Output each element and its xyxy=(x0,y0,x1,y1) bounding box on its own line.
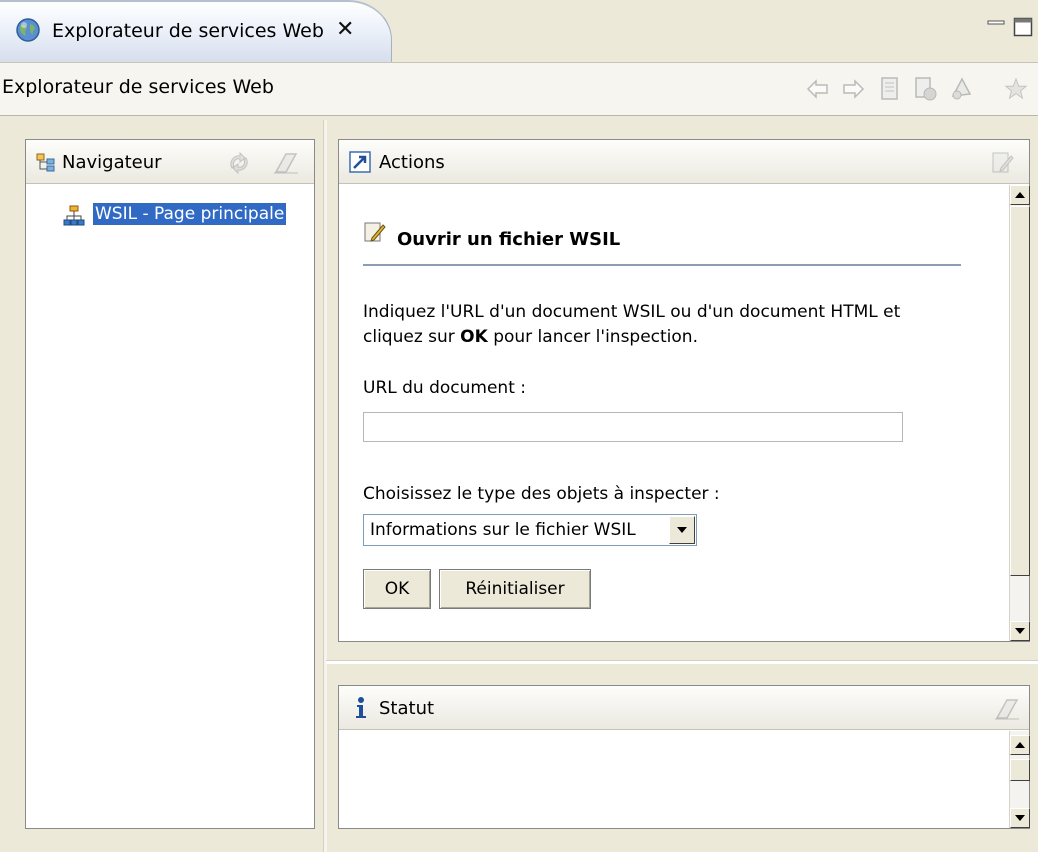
view-tab[interactable]: Explorateur de services Web ✕ xyxy=(0,0,392,62)
wsil-edit-icon xyxy=(364,222,386,242)
scroll-up-button[interactable] xyxy=(1010,185,1030,205)
form-heading: Ouvrir un fichier WSIL xyxy=(397,229,621,250)
ok-button[interactable]: OK xyxy=(363,569,431,609)
status-pane: Statut xyxy=(338,685,1030,829)
actions-icon xyxy=(349,151,371,173)
favorites-document-icon[interactable] xyxy=(912,76,938,102)
actions-title: Actions xyxy=(379,152,445,173)
chevron-down-icon xyxy=(677,527,687,533)
arrow-down-icon xyxy=(1015,815,1025,821)
status-header: Statut xyxy=(339,686,1029,730)
reset-button[interactable]: Réinitialiser xyxy=(439,569,591,609)
dropdown-button[interactable] xyxy=(669,516,695,544)
actions-scrollbar[interactable] xyxy=(1009,185,1030,641)
status-title: Statut xyxy=(379,698,435,719)
url-input[interactable] xyxy=(363,412,903,442)
type-label: Choisissez le type des objets à inspecte… xyxy=(363,484,720,504)
maximize-icon[interactable] xyxy=(1013,16,1033,38)
info-icon xyxy=(356,697,366,718)
navigator-icon xyxy=(36,153,55,172)
forward-arrow-icon[interactable] xyxy=(840,76,866,102)
arrow-up-icon xyxy=(1015,742,1025,748)
refresh-icon[interactable] xyxy=(226,150,252,176)
scroll-down-button[interactable] xyxy=(1010,621,1030,641)
tree-item-label: WSIL - Page principale xyxy=(91,202,288,226)
intro-text-pre: cliquez sur xyxy=(363,327,461,347)
navigator-header: Navigateur xyxy=(26,140,314,184)
url-label: URL du document : xyxy=(363,378,527,398)
tab-title: Explorateur de services Web xyxy=(52,20,324,42)
explorer-toolbar: Explorateur de services Web xyxy=(0,62,1038,116)
globe-icon xyxy=(16,18,40,42)
intro-text-line1: Indiquez l'URL d'un document WSIL ou d'u… xyxy=(363,302,901,322)
scroll-thumb[interactable] xyxy=(1010,206,1030,576)
eraser-icon[interactable] xyxy=(993,696,1021,722)
actions-pane: Actions Ouvrir un fichier WSIL Indiquez … xyxy=(338,139,1030,642)
star-icon[interactable] xyxy=(1004,76,1028,102)
navigator-title: Navigateur xyxy=(62,152,162,173)
edit-document-icon[interactable] xyxy=(989,150,1015,176)
view-tab-strip: Explorateur de services Web ✕ xyxy=(0,0,1038,62)
eraser-icon[interactable] xyxy=(272,150,300,176)
type-select-value: Informations sur le fichier WSIL xyxy=(370,520,636,540)
arrow-down-icon xyxy=(1015,628,1025,634)
type-select[interactable]: Informations sur le fichier WSIL xyxy=(363,514,697,546)
explorer-title: Explorateur de services Web xyxy=(2,76,274,98)
status-scrollbar[interactable] xyxy=(1009,731,1030,828)
navigator-pane: Navigateur WSIL - Page principale xyxy=(25,139,315,829)
document-icon[interactable] xyxy=(877,76,903,102)
minimize-icon[interactable] xyxy=(987,18,1005,32)
horizontal-splitter[interactable] xyxy=(326,660,1038,664)
heading-divider xyxy=(363,264,961,266)
scroll-thumb[interactable] xyxy=(1010,759,1030,781)
close-icon[interactable]: ✕ xyxy=(336,16,354,44)
intro-text-post: pour lancer l'inspection. xyxy=(487,327,698,347)
scroll-up-button[interactable] xyxy=(1010,735,1030,755)
intro-text-ok: OK xyxy=(460,327,488,347)
arrow-up-icon xyxy=(1015,192,1025,198)
back-arrow-icon[interactable] xyxy=(805,76,831,102)
vertical-splitter[interactable] xyxy=(323,120,327,852)
wsdl-icon[interactable] xyxy=(948,76,974,102)
hierarchy-icon xyxy=(63,205,85,226)
scroll-down-button[interactable] xyxy=(1010,808,1030,828)
intro-text-line2: cliquez sur OK pour lancer l'inspection. xyxy=(363,327,698,347)
actions-header: Actions xyxy=(339,140,1029,184)
